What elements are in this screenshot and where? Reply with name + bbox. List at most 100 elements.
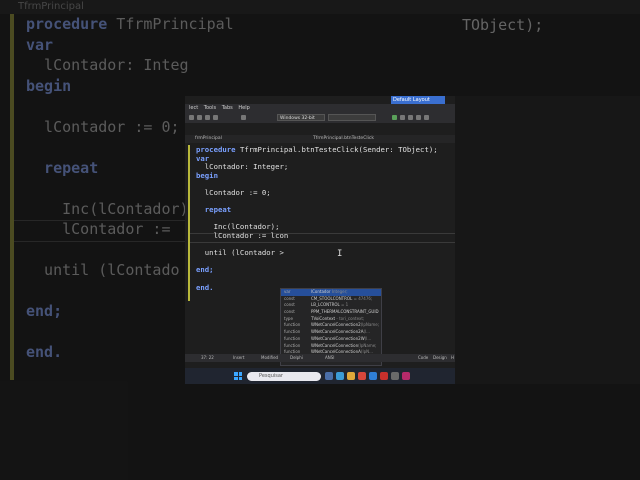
menu-item-tabs[interactable]: Tabs — [222, 105, 233, 111]
code-text-span: TfrmPrincipal.btnTesteClick(Sender: TObj… — [235, 145, 438, 154]
pause-icon[interactable] — [400, 115, 405, 120]
code-line: end; — [196, 266, 438, 275]
autocomplete-type: = 47476; — [352, 295, 373, 301]
autocomplete-kind: const — [284, 295, 295, 301]
autocomplete-kind: const — [284, 309, 295, 315]
open-icon[interactable] — [197, 115, 202, 120]
code-line: repeat — [196, 205, 438, 215]
toolbar: Windows 32-bit — [185, 113, 455, 123]
save-all-icon[interactable] — [213, 115, 218, 120]
stop-icon[interactable] — [408, 115, 413, 120]
tab-design[interactable]: Design — [433, 354, 447, 362]
autocomplete-type: = 1 — [339, 302, 349, 308]
chrome-icon[interactable] — [358, 372, 366, 380]
code-line: lContador := 0; — [196, 187, 438, 198]
autocomplete-item[interactable]: function WNetCancelConnection2(lpName; — [281, 322, 381, 329]
menu-item-tools[interactable]: Tools — [204, 105, 216, 111]
autocomplete-item[interactable]: function WNetCancelConnection2A(l... — [281, 329, 381, 336]
edge-icon[interactable] — [336, 372, 344, 380]
taskbar-search[interactable]: Pesquisar — [247, 372, 321, 381]
editor-tabs: frmPrincipal TfrmPrincipal.btnTesteClick — [185, 135, 455, 143]
tab-form[interactable]: frmPrincipal — [195, 135, 222, 143]
autocomplete-name: WNetCancelConnection2A(l... — [311, 329, 370, 335]
autocomplete-name: CM_STOOLCONTROL = 47476; — [311, 295, 373, 301]
autocomplete-name: LB_LCONTROL = 1 — [311, 302, 349, 308]
autocomplete-kind: type — [284, 315, 293, 321]
platform-select[interactable]: Windows 32-bit — [277, 114, 325, 121]
app2-icon[interactable] — [402, 372, 410, 380]
encoding-indicator: ANSI — [325, 355, 335, 360]
delphi-icon[interactable] — [380, 372, 388, 380]
code-text-span: lContador := 0; — [196, 187, 271, 197]
menu-bar: lect Tools Tabs Help — [185, 104, 455, 113]
app-icon[interactable] — [391, 372, 399, 380]
code-line: begin — [196, 171, 438, 181]
ide-window: Default Layout lect Tools Tabs Help Wind… — [185, 96, 455, 384]
autocomplete-name: lContador Integer; — [311, 289, 348, 294]
autocomplete-type: - tori_context; — [335, 315, 365, 321]
new-icon[interactable] — [189, 115, 194, 120]
autocomplete-item[interactable]: function WNetCancelConnection(lpName; — [281, 343, 381, 350]
autocomplete-kind: var — [284, 289, 291, 294]
autocomplete-name: WNetCancelConnection2(lpName; — [311, 322, 380, 328]
autocomplete-item[interactable]: var lContador Integer; — [281, 289, 381, 296]
status-bar: 37: 22 Insert Modified Delphi ANSI Code … — [185, 354, 455, 362]
code-text-span: until (lContador > — [196, 248, 284, 258]
tab-code[interactable]: Code — [418, 354, 428, 362]
code-editor[interactable]: procedure TfrmPrincipal.btnTesteClick(Se… — [185, 143, 455, 366]
autocomplete-name: WNetCancelConnection(lpName; — [311, 342, 377, 348]
insert-mode: Insert — [233, 355, 245, 360]
autocomplete-kind: function — [284, 322, 301, 328]
cursor-position: 37: 22 — [201, 355, 214, 360]
windows-taskbar: Pesquisar — [185, 368, 455, 384]
language-indicator: Delphi — [290, 355, 303, 360]
change-gutter — [188, 145, 190, 301]
menu-item-help[interactable]: Help — [238, 105, 249, 111]
autocomplete-kind: const — [284, 302, 295, 308]
autocomplete-name: WNetCancelConnection2W(l... — [311, 335, 372, 341]
autocomplete-type: (lpName; — [358, 342, 377, 348]
task-view-icon[interactable] — [325, 372, 333, 380]
code-keyword: end. — [196, 282, 214, 292]
layout-dropdown[interactable]: Default Layout — [391, 96, 445, 104]
code-text-span: lContador := lcon — [196, 230, 289, 240]
config-select[interactable] — [328, 114, 376, 121]
tab-method[interactable]: TfrmPrincipal.btnTesteClick — [313, 135, 374, 143]
autocomplete-type: Integer; — [330, 289, 348, 294]
code-keyword: repeat — [196, 205, 232, 215]
step-into-icon[interactable] — [424, 115, 429, 120]
undo-icon[interactable] — [241, 115, 246, 120]
save-icon[interactable] — [205, 115, 210, 120]
step-over-icon[interactable] — [416, 115, 421, 120]
run-icon[interactable] — [392, 115, 397, 120]
autocomplete-name: TVoiContext - tori_context; — [311, 315, 365, 321]
code-line: lContador := lcon — [196, 230, 438, 241]
windows-start-icon[interactable] — [234, 372, 242, 380]
autocomplete-item[interactable]: const LB_LCONTROL = 1 — [281, 302, 381, 309]
autocomplete-kind: function — [284, 329, 301, 335]
autocomplete-type: (l... — [363, 329, 370, 335]
store-icon[interactable] — [369, 372, 377, 380]
code-text[interactable]: procedure TfrmPrincipal.btnTesteClick(Se… — [196, 145, 438, 292]
autocomplete-item[interactable]: type TVoiContext - tori_context; — [281, 316, 381, 323]
autocomplete-item[interactable]: function WNetCancelConnection2W(l... — [281, 336, 381, 343]
autocomplete-item[interactable]: const PPM_THERMALCONSTRAINT_GUID — [281, 309, 381, 316]
code-line: until (lContador > — [196, 248, 438, 258]
code-keyword: end; — [196, 265, 214, 275]
autocomplete-kind: function — [284, 335, 301, 341]
code-line: procedure TfrmPrincipal.btnTesteClick(Se… — [196, 145, 438, 155]
tab-history[interactable]: H — [451, 354, 454, 362]
explorer-icon[interactable] — [347, 372, 355, 380]
right-dark-area — [455, 96, 640, 384]
modified-status: Modified — [261, 355, 279, 360]
code-line: lContador: Integer; — [196, 162, 438, 172]
autocomplete-name: PPM_THERMALCONSTRAINT_GUID — [311, 309, 379, 315]
mouse-cursor-icon: I — [337, 249, 343, 259]
autocomplete-kind: function — [284, 342, 301, 348]
menu-item[interactable]: lect — [189, 105, 198, 111]
autocomplete-type: (l... — [364, 335, 372, 341]
autocomplete-item[interactable]: const CM_STOOLCONTROL = 47476; — [281, 296, 381, 303]
